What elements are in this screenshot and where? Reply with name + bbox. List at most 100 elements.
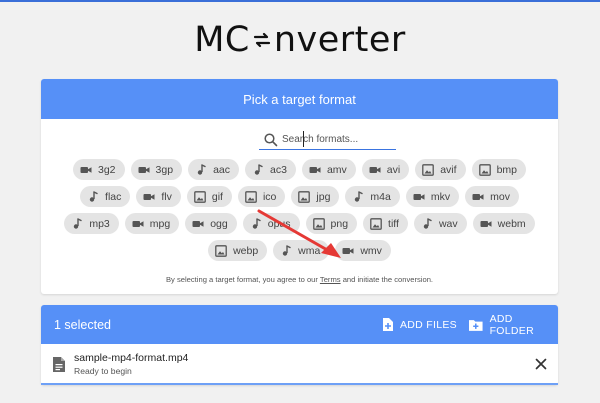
format-chip-label: bmp	[496, 163, 517, 176]
format-chip-ogg[interactable]: ogg	[185, 213, 237, 234]
format-chip-label: gif	[211, 190, 223, 203]
format-chip-label: ac3	[270, 163, 287, 176]
add-folder-button[interactable]: ADD FOLDER	[469, 305, 558, 344]
file-list-item: sample-mp4-format.mp4 Ready to begin	[41, 344, 558, 385]
video-icon	[80, 164, 92, 176]
image-icon	[215, 244, 227, 257]
format-chip-jpg[interactable]: jpg	[291, 186, 340, 207]
file-status: Ready to begin	[74, 366, 132, 376]
format-chip-mov[interactable]: mov	[465, 186, 519, 207]
format-chip-label: opus	[267, 217, 291, 230]
format-chip-flac[interactable]: flac	[80, 186, 131, 207]
add-files-button[interactable]: ADD FILES	[382, 305, 457, 344]
image-icon	[312, 217, 325, 230]
video-icon	[138, 164, 150, 176]
video-icon	[192, 218, 204, 230]
format-chip-webp[interactable]: webp	[208, 240, 268, 261]
format-chip-opus[interactable]: opus	[242, 213, 300, 234]
image-icon	[245, 190, 257, 203]
search-icon	[263, 132, 279, 148]
audio-icon	[195, 163, 207, 176]
format-picker-title: Pick a target format	[243, 91, 356, 107]
file-icon	[53, 357, 65, 372]
close-icon[interactable]	[535, 358, 547, 370]
format-chip-label: flac	[105, 190, 122, 203]
add-file-icon	[383, 318, 393, 331]
format-chip-avif[interactable]: avif	[415, 159, 466, 180]
format-chip-label: aac	[213, 163, 230, 176]
format-chip-aac[interactable]: aac	[188, 159, 239, 180]
terms-link[interactable]: Terms	[320, 275, 341, 284]
logo-text-prefix: MC	[194, 20, 250, 60]
image-icon	[422, 163, 435, 176]
format-picker-card: Pick a target format 3g2 3gp aac ac3 amv avi a…	[41, 79, 558, 294]
format-chip-label: avif	[440, 163, 457, 176]
format-chip-mp3[interactable]: mp3	[64, 213, 119, 234]
format-chip-mkv[interactable]: mkv	[405, 186, 460, 207]
terms-text-after: and initiate the conversion.	[340, 275, 434, 284]
terms-text-before: By selecting a target format, you agree …	[165, 275, 320, 284]
format-chip-gif[interactable]: gif	[186, 186, 232, 207]
format-chip-amv[interactable]: amv	[301, 159, 356, 180]
queue-toolbar: 1 selected ADD FILES ADD FOLDER	[41, 305, 558, 344]
format-chip-label: flv	[161, 190, 172, 203]
video-icon	[342, 245, 354, 257]
video-icon	[413, 191, 425, 203]
image-icon	[298, 190, 311, 203]
format-chip-png[interactable]: png	[305, 213, 358, 234]
video-icon	[309, 164, 321, 176]
format-chip-tiff[interactable]: tiff	[363, 213, 408, 234]
format-chip-3gp[interactable]: 3gp	[130, 159, 183, 180]
format-chip-m4a[interactable]: m4a	[345, 186, 400, 207]
image-icon	[370, 217, 382, 230]
format-chip-ico[interactable]: ico	[237, 186, 286, 207]
format-chip-webm[interactable]: webm	[472, 213, 535, 234]
file-queue-card: 1 selected ADD FILES ADD FOLDER sample-m…	[41, 305, 558, 385]
selected-count: 1 selected	[54, 317, 111, 332]
format-chip-flv[interactable]: flv	[136, 186, 181, 207]
terms-notice: By selecting a target format, you agree …	[41, 275, 558, 284]
format-chip-3g2[interactable]: 3g2	[73, 159, 125, 180]
image-icon	[194, 190, 206, 203]
app-logo: MC nverter	[0, 18, 600, 62]
format-chip-label: amv	[326, 163, 347, 176]
format-chip-avi[interactable]: avi	[361, 159, 410, 180]
add-folder-label: ADD FOLDER	[489, 312, 534, 337]
audio-icon	[352, 190, 364, 203]
video-icon	[369, 164, 381, 176]
format-chip-label: 3g2	[98, 163, 116, 176]
format-chip-label: mkv	[430, 190, 451, 203]
video-icon	[480, 218, 492, 230]
format-chip-wma[interactable]: wma	[273, 240, 330, 261]
format-chip-label: jpg	[316, 190, 331, 203]
image-icon	[478, 163, 491, 176]
format-chip-label: 3gp	[155, 163, 174, 176]
format-chip-wav[interactable]: wav	[413, 213, 467, 234]
format-chip-label: png	[330, 217, 349, 230]
top-accent-line	[0, 0, 600, 2]
format-chip-wmv[interactable]: wmv	[335, 240, 391, 261]
search-box	[259, 130, 396, 150]
text-cursor	[303, 131, 304, 147]
video-icon	[143, 191, 155, 203]
format-picker-header: Pick a target format	[41, 79, 558, 119]
audio-icon	[421, 217, 433, 230]
format-chip-list: 3g2 3gp aac ac3 amv avi avif bmp flac flv gif ico jp…	[61, 159, 538, 261]
format-chip-bmp[interactable]: bmp	[471, 159, 526, 180]
format-chip-label: webm	[497, 217, 526, 230]
format-chip-label: mpg	[149, 217, 171, 230]
format-chip-mpg[interactable]: mpg	[124, 213, 180, 234]
audio-icon	[71, 217, 83, 230]
format-chip-label: m4a	[370, 190, 391, 203]
audio-icon	[280, 244, 292, 257]
search-formats-input[interactable]	[282, 134, 392, 145]
audio-icon	[87, 190, 99, 203]
format-chip-label: webp	[233, 244, 259, 257]
format-chip-label: tiff	[388, 217, 399, 230]
format-chip-label: wav	[438, 217, 458, 230]
video-icon	[132, 218, 144, 230]
format-chip-label: wma	[298, 244, 321, 257]
logo-text-suffix: nverter	[273, 20, 406, 60]
format-chip-ac3[interactable]: ac3	[245, 159, 296, 180]
format-chip-label: ogg	[210, 217, 228, 230]
